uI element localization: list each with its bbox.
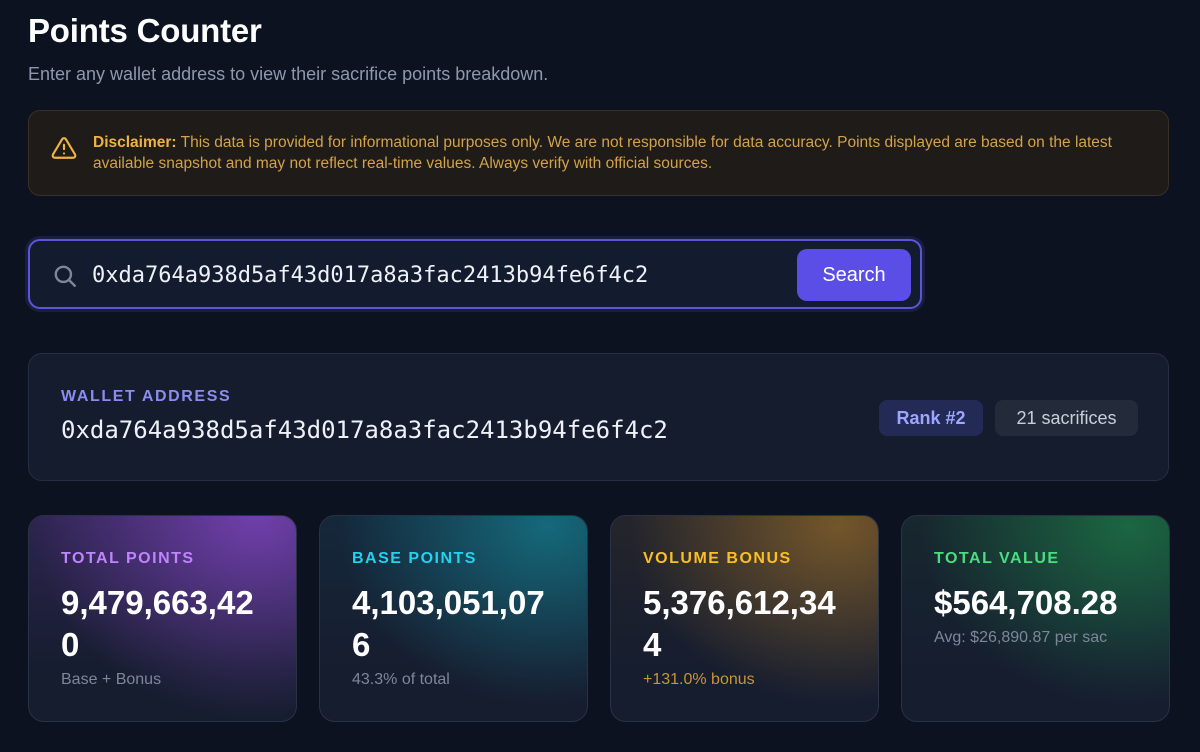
card-value: 4,103,051,076 xyxy=(352,584,545,663)
sacrifices-badge: 21 sacrifices xyxy=(995,400,1138,436)
rank-badge: Rank #2 xyxy=(879,400,983,436)
wallet-address-value: 0xda764a938d5af43d017a8a3fac2413b94fe6f4… xyxy=(61,416,668,444)
card-subtext: Avg: $26,890.87 per sac xyxy=(934,629,1108,646)
base-points-card: BASE POINTS 4,103,051,076 43.3% of total xyxy=(319,515,588,722)
card-value: $564,708.28 xyxy=(934,584,1118,621)
total-value-card: TOTAL VALUE $564,708.28 Avg: $26,890.87 … xyxy=(901,515,1170,722)
total-points-card: TOTAL POINTS 9,479,663,420 Base + Bonus xyxy=(28,515,297,722)
card-label: TOTAL POINTS xyxy=(61,550,195,567)
card-label: VOLUME BONUS xyxy=(643,550,792,567)
card-label: BASE POINTS xyxy=(352,550,477,567)
wallet-address-input[interactable] xyxy=(92,255,792,295)
disclaimer-body: This data is provided for informational … xyxy=(93,134,1112,172)
wallet-info-card: WALLET ADDRESS 0xda764a938d5af43d017a8a3… xyxy=(28,353,1169,481)
disclaimer-text: Disclaimer: This data is provided for in… xyxy=(93,132,1153,174)
wallet-address-label: WALLET ADDRESS xyxy=(61,388,232,405)
wallet-search-bar: Search xyxy=(28,239,922,309)
card-value: 9,479,663,420 xyxy=(61,584,254,663)
volume-bonus-card: VOLUME BONUS 5,376,612,344 +131.0% bonus xyxy=(610,515,879,722)
card-subtext: +131.0% bonus xyxy=(643,671,755,688)
card-subtext: Base + Bonus xyxy=(61,671,162,688)
disclaimer-label: Disclaimer: xyxy=(93,134,177,151)
card-subtext: 43.3% of total xyxy=(352,671,450,688)
points-counter-page: Points Counter Enter any wallet address … xyxy=(0,0,1200,752)
card-label: TOTAL VALUE xyxy=(934,550,1060,567)
page-title: Points Counter xyxy=(28,12,262,49)
disclaimer-banner: Disclaimer: This data is provided for in… xyxy=(28,110,1169,196)
search-button[interactable]: Search xyxy=(797,249,911,301)
card-value: 5,376,612,344 xyxy=(643,584,836,663)
warning-icon xyxy=(51,137,77,159)
search-icon xyxy=(54,265,76,287)
page-subtitle: Enter any wallet address to view their s… xyxy=(28,64,549,84)
